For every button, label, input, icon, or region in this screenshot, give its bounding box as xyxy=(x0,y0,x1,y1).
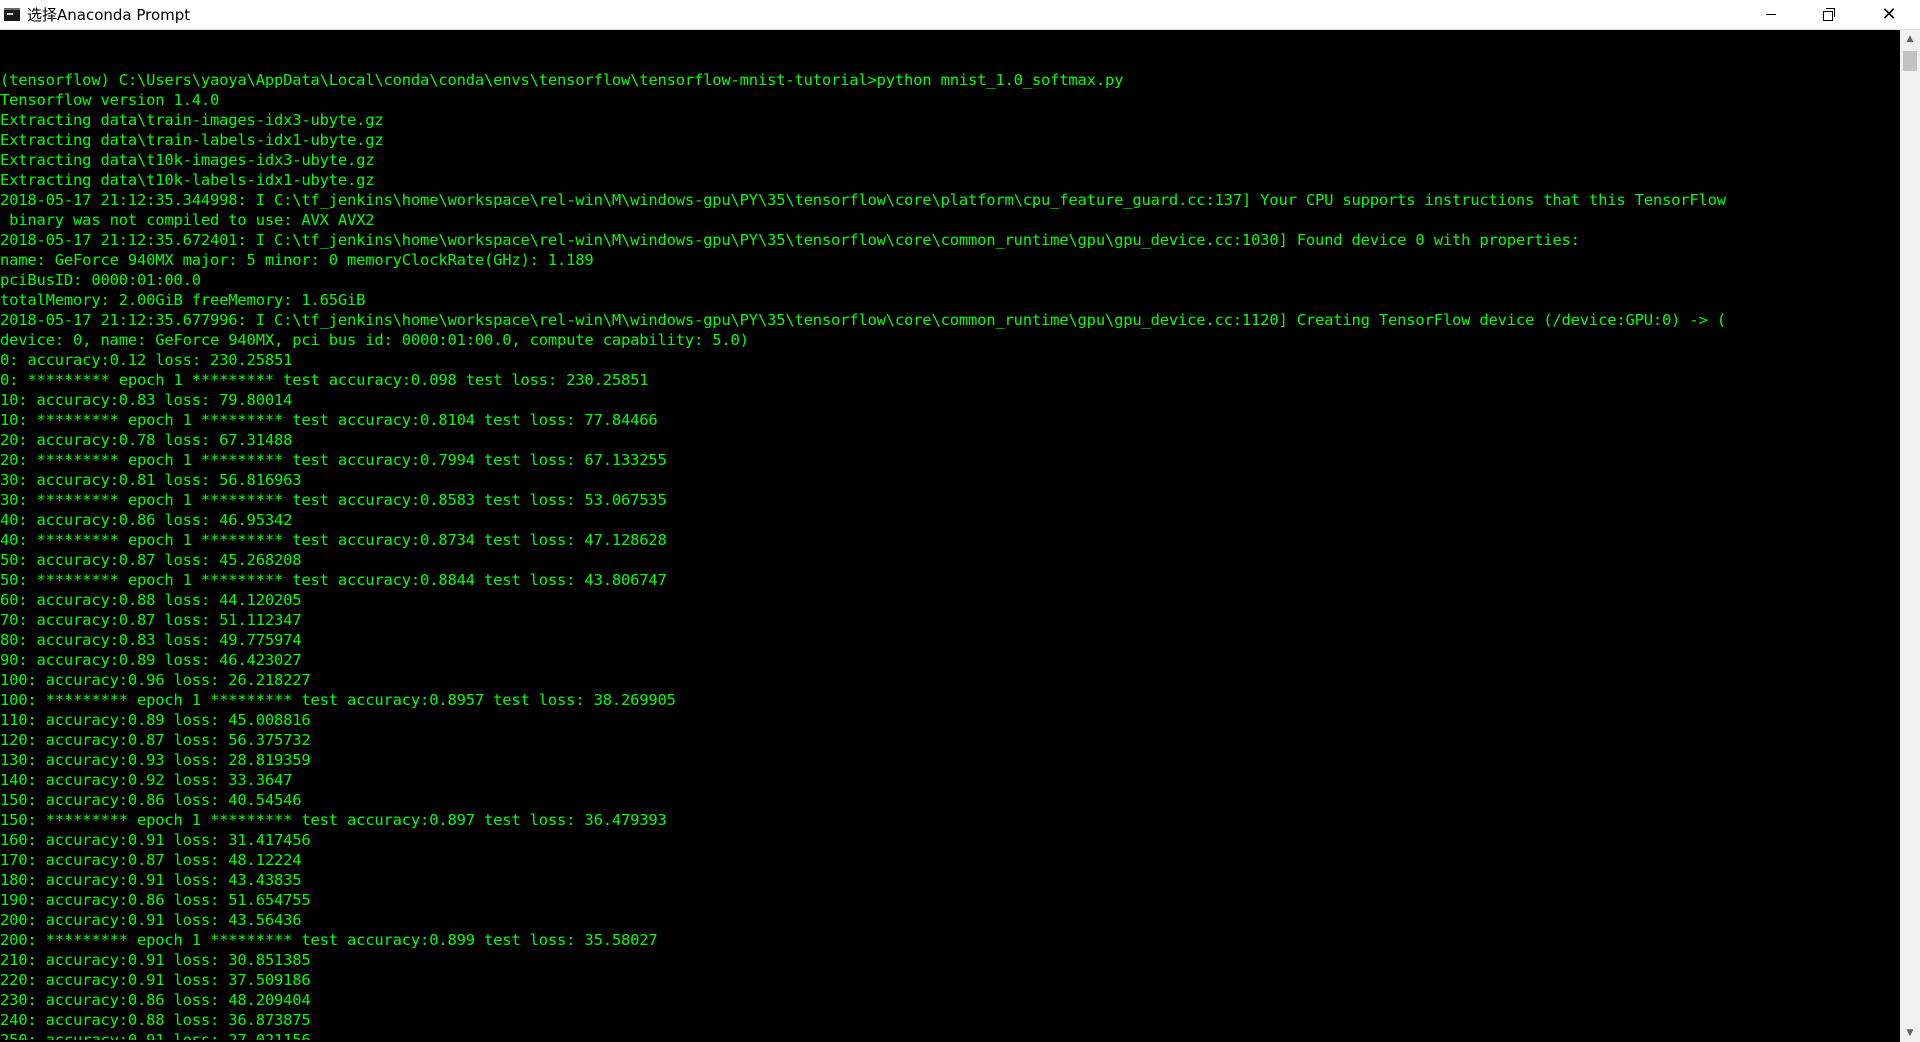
close-icon: ✕ xyxy=(1881,4,1897,25)
chevron-up-icon[interactable]: ▲ xyxy=(1900,30,1920,48)
console-line: 30: accuracy:0.81 loss: 56.816963 xyxy=(0,471,302,489)
console-line: 30: ********* epoch 1 ********* test acc… xyxy=(0,491,667,509)
minimize-icon xyxy=(1766,14,1776,15)
restore-icon-front-square xyxy=(1823,11,1833,21)
console-line: 50: ********* epoch 1 ********* test acc… xyxy=(0,571,667,589)
console-line: 0: ********* epoch 1 ********* test accu… xyxy=(0,371,649,389)
console-line: 40: ********* epoch 1 ********* test acc… xyxy=(0,531,667,549)
console-line: 10: ********* epoch 1 ********* test acc… xyxy=(0,411,658,429)
console-line: 20: ********* epoch 1 ********* test acc… xyxy=(0,451,667,469)
console-line: 200: ********* epoch 1 ********* test ac… xyxy=(0,931,658,949)
console-line: totalMemory: 2.00GiB freeMemory: 1.65GiB xyxy=(0,291,366,309)
console-line: 110: accuracy:0.89 loss: 45.008816 xyxy=(0,711,311,729)
console-line: 100: ********* epoch 1 ********* test ac… xyxy=(0,691,676,709)
console-line: 80: accuracy:0.83 loss: 49.775974 xyxy=(0,631,302,649)
console-line: 90: accuracy:0.89 loss: 46.423027 xyxy=(0,651,302,669)
scrollbar-thumb[interactable] xyxy=(1903,51,1917,71)
console-line: 50: accuracy:0.87 loss: 45.268208 xyxy=(0,551,302,569)
console-line: Extracting data\t10k-images-idx3-ubyte.g… xyxy=(0,151,375,169)
console-line: 40: accuracy:0.86 loss: 46.95342 xyxy=(0,511,293,529)
console-line: device: 0, name: GeForce 940MX, pci bus … xyxy=(0,331,749,349)
console-line: 20: accuracy:0.78 loss: 67.31488 xyxy=(0,431,293,449)
console-line: 120: accuracy:0.87 loss: 56.375732 xyxy=(0,731,311,749)
console-line: 150: ********* epoch 1 ********* test ac… xyxy=(0,811,667,829)
console-line: Extracting data\train-labels-idx1-ubyte.… xyxy=(0,131,384,149)
console-line: 2018-05-17 21:12:35.344998: I C:\tf_jenk… xyxy=(0,191,1726,209)
console-line: 210: accuracy:0.91 loss: 30.851385 xyxy=(0,951,311,969)
window-title: 选择Anaconda Prompt xyxy=(27,6,191,24)
console-line: Tensorflow version 1.4.0 xyxy=(0,91,220,109)
console-icon[interactable] xyxy=(4,8,20,21)
console-line: Extracting data\train-images-idx3-ubyte.… xyxy=(0,111,384,129)
restore-button[interactable] xyxy=(1800,0,1858,29)
console-line: 230: accuracy:0.86 loss: 48.209404 xyxy=(0,991,311,1009)
console-line: 60: accuracy:0.88 loss: 44.120205 xyxy=(0,591,302,609)
console-line: (tensorflow) C:\Users\yaoya\AppData\Loca… xyxy=(0,71,1124,89)
console-line: 70: accuracy:0.87 loss: 51.112347 xyxy=(0,611,302,629)
chevron-down-icon[interactable]: ▼ xyxy=(1900,1024,1920,1042)
console-line: 130: accuracy:0.93 loss: 28.819359 xyxy=(0,751,311,769)
console-line: 240: accuracy:0.88 loss: 36.873875 xyxy=(0,1011,311,1029)
close-button[interactable]: ✕ xyxy=(1858,0,1920,29)
title-bar[interactable]: 选择Anaconda Prompt ✕ xyxy=(0,0,1920,30)
console-line: 0: accuracy:0.12 loss: 230.25851 xyxy=(0,351,293,369)
console-line: 180: accuracy:0.91 loss: 43.43835 xyxy=(0,871,302,889)
console-line: name: GeForce 940MX major: 5 minor: 0 me… xyxy=(0,251,594,269)
console-output[interactable]: (tensorflow) C:\Users\yaoya\AppData\Loca… xyxy=(0,50,1900,1040)
console-line: 200: accuracy:0.91 loss: 43.56436 xyxy=(0,911,302,929)
console-line: Extracting data\t10k-labels-idx1-ubyte.g… xyxy=(0,171,375,189)
console-line: 140: accuracy:0.92 loss: 33.3647 xyxy=(0,771,293,789)
console-line: 10: accuracy:0.83 loss: 79.80014 xyxy=(0,391,293,409)
minimize-button[interactable] xyxy=(1742,0,1800,29)
console-line: 250: accuracy:0.91 loss: 27.021156 xyxy=(0,1031,311,1040)
console-line: 2018-05-17 21:12:35.677996: I C:\tf_jenk… xyxy=(0,311,1726,329)
console-line: 170: accuracy:0.87 loss: 48.12224 xyxy=(0,851,302,869)
console-line: pciBusID: 0000:01:00.0 xyxy=(0,271,201,289)
vertical-scrollbar[interactable]: ▲ ▼ xyxy=(1900,30,1920,1042)
console-line: 190: accuracy:0.86 loss: 51.654755 xyxy=(0,891,311,909)
console-line: 150: accuracy:0.86 loss: 40.54546 xyxy=(0,791,302,809)
console-line: 100: accuracy:0.96 loss: 26.218227 xyxy=(0,671,311,689)
anaconda-prompt-window: 选择Anaconda Prompt ✕ (tensorflow) C:\User… xyxy=(0,0,1920,1042)
console-line: 160: accuracy:0.91 loss: 31.417456 xyxy=(0,831,311,849)
console-line: binary was not compiled to use: AVX AVX2 xyxy=(0,211,375,229)
console-line: 220: accuracy:0.91 loss: 37.509186 xyxy=(0,971,311,989)
console-line: 2018-05-17 21:12:35.672401: I C:\tf_jenk… xyxy=(0,231,1580,249)
